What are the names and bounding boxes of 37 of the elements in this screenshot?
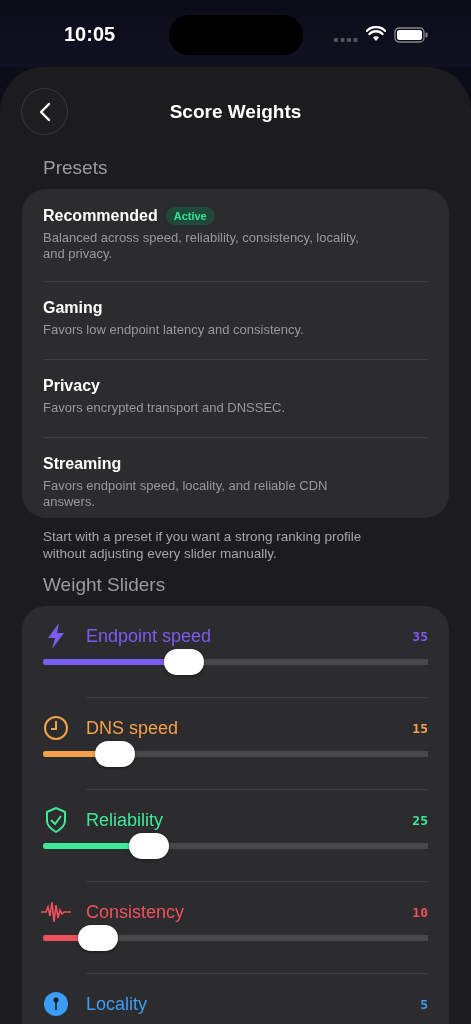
preset-description: Favors encrypted transport and DNSSEC. <box>43 400 287 416</box>
weight-label: Consistency <box>86 901 186 923</box>
preset-name: Streaming <box>43 455 122 473</box>
slider-thumb[interactable] <box>94 741 135 767</box>
preset-option[interactable]: Privacy Favors encrypted transport and DNSSEC. <box>43 360 428 438</box>
slider-thumb[interactable] <box>163 649 204 675</box>
weight-value: 5 <box>420 996 428 1012</box>
preset-description: Balanced across speed, reliability, consistency, locality, and privacy. <box>43 230 360 262</box>
preset-description: Favors endpoint speed, locality, and reliable CDN answers. <box>43 478 329 510</box>
wifi-icon <box>366 26 386 42</box>
weight-value: 35 <box>412 628 428 644</box>
section-heading: Weight Sliders <box>42 574 167 597</box>
weight-value: 10 <box>412 904 428 920</box>
back-icon <box>38 101 51 122</box>
weight-label: Locality <box>86 993 149 1015</box>
slider-thumb[interactable] <box>129 833 170 859</box>
weight-value: 25 <box>412 812 428 828</box>
preset-option[interactable]: Recommended Active Balanced across speed, reliability, consistency, locality, and privacy. <box>43 189 428 282</box>
slider-thumb[interactable] <box>77 925 118 951</box>
preset-name: Gaming <box>43 299 103 317</box>
preset-option[interactable]: Gaming Favors low endpoint latency and consistency. <box>43 282 428 360</box>
weight-label: Endpoint speed <box>86 625 213 647</box>
weight-label: DNS speed <box>86 717 180 739</box>
screen-title: Score Weights <box>169 101 302 123</box>
preset-name: Privacy <box>43 377 100 395</box>
section-heading: Presets <box>42 157 109 180</box>
back-button[interactable] <box>21 88 68 135</box>
status-time: 10:05 <box>64 23 116 46</box>
battery-icon <box>394 27 428 43</box>
presets-note: Start with a preset if you want a strong ranking profile without adjusting every slider manually. <box>42 528 363 563</box>
preset-description: Favors low endpoint latency and consistency. <box>43 322 305 338</box>
weight-label: Reliability <box>86 809 165 831</box>
active-badge: Active <box>165 207 215 225</box>
preset-name: Recommended <box>43 207 158 225</box>
signal-icon <box>334 38 358 42</box>
weight-value: 15 <box>412 720 428 736</box>
preset-option[interactable]: Streaming Favors endpoint speed, locality, and reliable CDN answers. <box>43 438 428 518</box>
